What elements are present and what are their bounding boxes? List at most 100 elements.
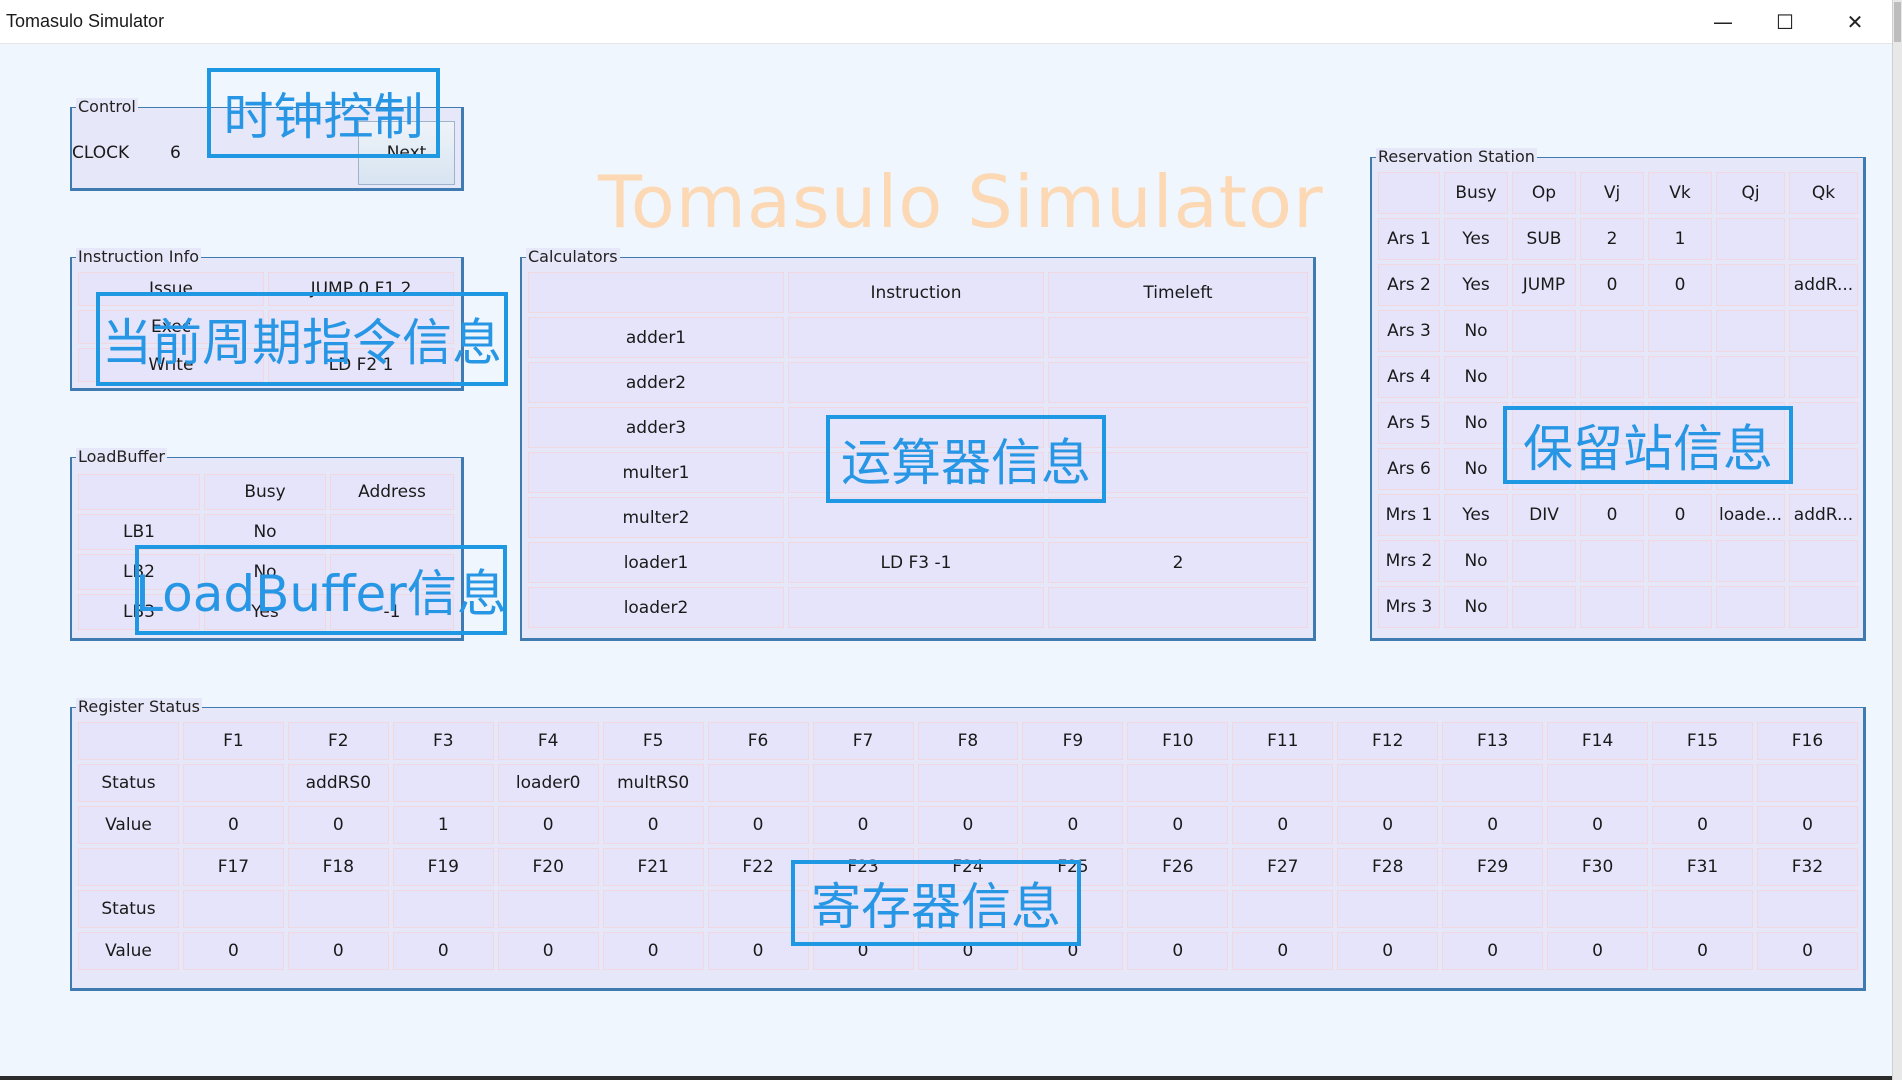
register-cell: F5 bbox=[602, 722, 704, 760]
row-label-cell: Status bbox=[78, 764, 179, 802]
qj-cell bbox=[1716, 356, 1786, 398]
table-row: Value 0 0 1 0 0 0 0 0 0 0 0 0 0 0 0 0 bbox=[78, 806, 1858, 844]
vk-cell: 0 bbox=[1648, 494, 1712, 536]
control-caption: Control bbox=[76, 97, 138, 116]
reservation-station-caption: Reservation Station bbox=[1376, 147, 1537, 166]
register-cell bbox=[287, 890, 389, 928]
station-name-cell: Ars 2 bbox=[1378, 264, 1440, 306]
busy-cell: No bbox=[1444, 540, 1508, 582]
station-name-cell: Mrs 3 bbox=[1378, 586, 1440, 628]
reservation-annotation: 保留站信息 bbox=[1503, 406, 1793, 484]
station-name-cell: Ars 6 bbox=[1378, 448, 1440, 490]
header-cell bbox=[1378, 172, 1440, 214]
register-cell: 1 bbox=[392, 806, 494, 844]
register-cell bbox=[182, 890, 284, 928]
register-cell: 0 bbox=[1127, 932, 1229, 970]
table-row: Mrs 2 No bbox=[1378, 540, 1858, 582]
register-cell: 0 bbox=[1547, 932, 1649, 970]
register-cell: 0 bbox=[812, 806, 914, 844]
qj-cell bbox=[1716, 540, 1786, 582]
clock-value: 6 bbox=[170, 143, 181, 163]
minimize-button[interactable]: — bbox=[1688, 0, 1758, 44]
register-cell: 0 bbox=[497, 806, 599, 844]
unit-name-cell: multer2 bbox=[528, 497, 784, 538]
register-cell: F21 bbox=[602, 848, 704, 886]
register-cell: F1 bbox=[182, 722, 284, 760]
vk-cell bbox=[1648, 310, 1712, 352]
register-cell bbox=[1547, 764, 1649, 802]
window-titlebar: Tomasulo Simulator — ☐ ✕ bbox=[0, 0, 1892, 44]
header-cell: Address bbox=[330, 474, 454, 510]
busy-cell: Yes bbox=[1444, 264, 1508, 306]
header-cell: Timeleft bbox=[1048, 272, 1308, 313]
register-cell bbox=[1022, 764, 1124, 802]
qj-cell bbox=[1716, 586, 1786, 628]
register-cell: F27 bbox=[1232, 848, 1334, 886]
close-button[interactable]: ✕ bbox=[1820, 0, 1890, 44]
register-cell: 0 bbox=[392, 932, 494, 970]
register-cell: F13 bbox=[1442, 722, 1544, 760]
vertical-scrollbar[interactable] bbox=[1892, 0, 1902, 1080]
row-label-cell: Value bbox=[78, 806, 179, 844]
header-cell: Op bbox=[1512, 172, 1576, 214]
qk-cell bbox=[1789, 218, 1858, 260]
vj-cell bbox=[1580, 540, 1644, 582]
unit-name-cell: loader2 bbox=[528, 587, 784, 628]
bottom-edge bbox=[0, 1076, 1892, 1080]
register-cell bbox=[497, 890, 599, 928]
register-cell: 0 bbox=[707, 806, 809, 844]
reservation-station-panel: Reservation Station Busy Op Vj Vk Qj Qk … bbox=[1370, 148, 1866, 641]
register-cell: F30 bbox=[1547, 848, 1649, 886]
register-cell: F32 bbox=[1757, 848, 1858, 886]
register-cell: 0 bbox=[497, 932, 599, 970]
header-cell bbox=[78, 474, 200, 510]
row-label-cell bbox=[78, 848, 179, 886]
register-cell bbox=[1127, 764, 1229, 802]
register-cell: F3 bbox=[392, 722, 494, 760]
header-cell: Instruction bbox=[788, 272, 1044, 313]
scrollbar-thumb[interactable] bbox=[1894, 2, 1901, 42]
close-icon: ✕ bbox=[1846, 10, 1864, 34]
register-cell: F18 bbox=[287, 848, 389, 886]
register-cell bbox=[1757, 764, 1858, 802]
timeleft-cell bbox=[1048, 497, 1308, 538]
register-cell: 0 bbox=[1547, 806, 1649, 844]
row-label-cell bbox=[78, 722, 179, 760]
vj-cell: 0 bbox=[1580, 264, 1644, 306]
table-row: Status addRS0 loader0 multRS0 bbox=[78, 764, 1858, 802]
table-row: Ars 3 No bbox=[1378, 310, 1858, 352]
busy-cell: No bbox=[1444, 402, 1508, 444]
instruction-cell bbox=[788, 587, 1044, 628]
register-cell: 0 bbox=[1652, 932, 1753, 970]
register-cell: F8 bbox=[917, 722, 1019, 760]
vk-cell: 1 bbox=[1648, 218, 1712, 260]
busy-cell: Yes bbox=[1444, 218, 1508, 260]
qk-cell bbox=[1789, 540, 1858, 582]
busy-cell: No bbox=[1444, 310, 1508, 352]
table-header-row: Busy Address bbox=[78, 474, 454, 510]
busy-cell: No bbox=[1444, 586, 1508, 628]
register-cell: F29 bbox=[1442, 848, 1544, 886]
unit-name-cell: multer1 bbox=[528, 452, 784, 493]
table-row: Ars 2 Yes JUMP 0 0 addR... bbox=[1378, 264, 1858, 306]
vj-cell bbox=[1580, 356, 1644, 398]
register-cell bbox=[1442, 764, 1544, 802]
maximize-button[interactable]: ☐ bbox=[1750, 0, 1820, 44]
qk-cell bbox=[1789, 356, 1858, 398]
register-cell: F19 bbox=[392, 848, 494, 886]
table-row: adder2 bbox=[528, 362, 1308, 403]
register-cell bbox=[392, 890, 494, 928]
table-row: loader2 bbox=[528, 587, 1308, 628]
register-cell: F26 bbox=[1127, 848, 1229, 886]
timeleft-cell bbox=[1048, 317, 1308, 358]
register-status-panel: Register Status F1 F2 F3 F4 F5 F6 F7 F8 F9 F10 F11… bbox=[70, 698, 1866, 991]
register-annotation: 寄存器信息 bbox=[791, 860, 1081, 946]
register-cell: F6 bbox=[707, 722, 809, 760]
row-label-cell: Status bbox=[78, 890, 179, 928]
register-cell bbox=[1232, 890, 1334, 928]
vk-cell bbox=[1648, 356, 1712, 398]
register-cell: 0 bbox=[1337, 932, 1439, 970]
table-row: loader1 LD F3 -1 2 bbox=[528, 542, 1308, 583]
timeleft-cell bbox=[1048, 362, 1308, 403]
header-cell: Vk bbox=[1648, 172, 1712, 214]
